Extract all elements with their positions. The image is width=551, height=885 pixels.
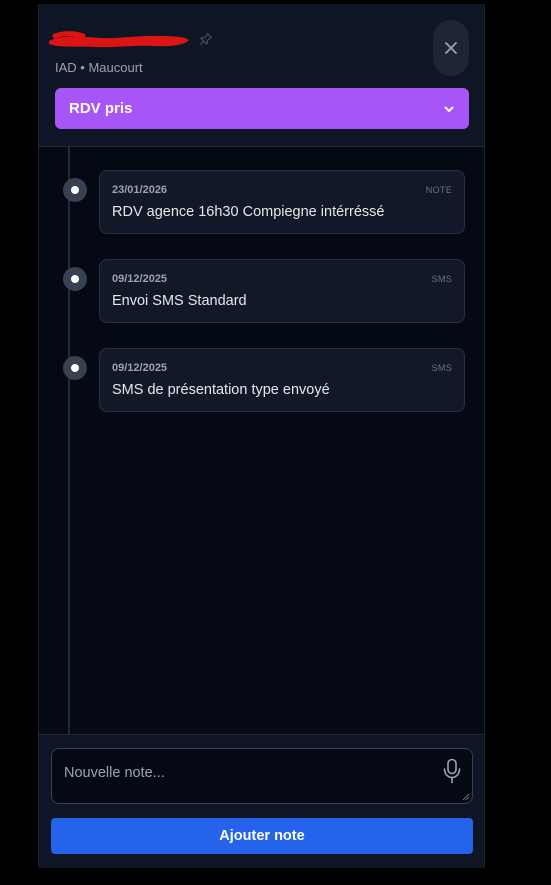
- timeline-dot: [63, 356, 87, 380]
- timeline-date: 09/12/2025: [112, 362, 168, 374]
- resize-grip-icon[interactable]: [462, 793, 470, 801]
- timeline-date: 23/01/2026: [112, 184, 168, 196]
- timeline-text: Envoi SMS Standard: [112, 293, 247, 309]
- chevron-down-icon: [444, 106, 454, 112]
- status-select[interactable]: RDV pris: [55, 88, 469, 129]
- status-select-value: RDV pris: [69, 100, 133, 117]
- timeline-item: 23/01/2026 NOTE RDV agence 16h30 Compieg…: [39, 170, 484, 236]
- contact-subtitle: IAD • Maucourt: [55, 60, 143, 75]
- activity-timeline: 23/01/2026 NOTE RDV agence 16h30 Compieg…: [39, 146, 484, 734]
- microphone-icon[interactable]: [442, 758, 462, 784]
- note-placeholder: Nouvelle note...: [64, 765, 165, 781]
- timeline-text: SMS de présentation type envoyé: [112, 382, 330, 398]
- note-composer: Nouvelle note... Ajouter note: [39, 734, 484, 868]
- timeline-dot: [63, 267, 87, 291]
- timeline-card[interactable]: 09/12/2025 SMS Envoi SMS Standard: [99, 259, 465, 323]
- close-icon: [445, 42, 457, 54]
- lead-detail-panel: IAD • Maucourt RDV pris 23/01/2026 NOTE …: [38, 4, 485, 868]
- redacted-contact-name: [49, 31, 189, 48]
- timeline-item: 09/12/2025 SMS SMS de présentation type …: [39, 348, 484, 414]
- pin-icon[interactable]: [199, 32, 213, 46]
- timeline-item: 09/12/2025 SMS Envoi SMS Standard: [39, 259, 484, 325]
- panel-header: IAD • Maucourt RDV pris: [39, 4, 484, 147]
- timeline-type: SMS: [431, 274, 452, 284]
- close-button[interactable]: [433, 20, 469, 76]
- timeline-type: NOTE: [425, 185, 452, 195]
- new-note-textarea[interactable]: Nouvelle note...: [51, 748, 473, 804]
- timeline-type: SMS: [431, 363, 452, 373]
- timeline-card[interactable]: 09/12/2025 SMS SMS de présentation type …: [99, 348, 465, 412]
- timeline-card[interactable]: 23/01/2026 NOTE RDV agence 16h30 Compieg…: [99, 170, 465, 234]
- add-note-button[interactable]: Ajouter note: [51, 818, 473, 854]
- timeline-dot: [63, 178, 87, 202]
- timeline-text: RDV agence 16h30 Compiegne intérréssé: [112, 204, 385, 220]
- timeline-date: 09/12/2025: [112, 273, 168, 285]
